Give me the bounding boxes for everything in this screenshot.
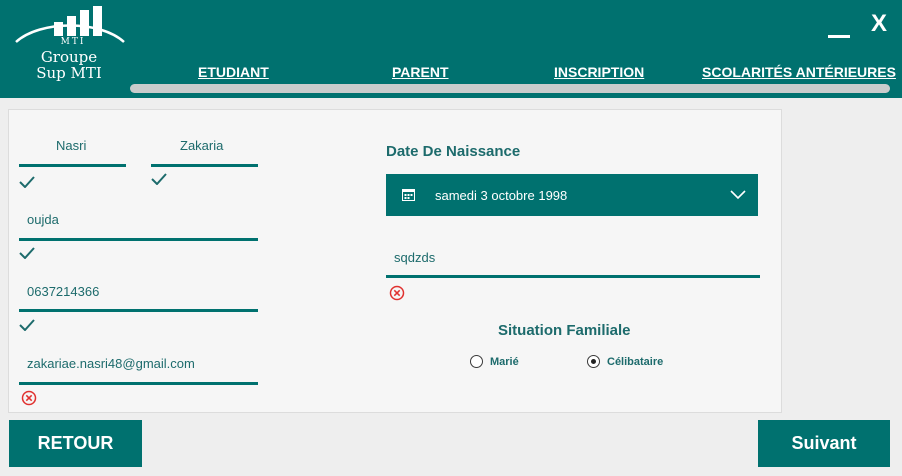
logo-bars-icon: MTI [15,6,125,47]
telephone-field[interactable]: 0637214366 [19,284,258,312]
check-icon [19,176,35,188]
check-icon [19,247,35,259]
retour-button[interactable]: RETOUR [9,420,142,467]
tab-parent[interactable]: PARENT [392,64,449,80]
prenom-value: Zakaria [180,138,224,153]
nav-progress-track [130,84,890,93]
tab-etudiant[interactable]: ETUDIANT [198,64,269,80]
error-circle-icon [21,390,37,406]
check-icon [151,173,167,185]
tab-scolarites-anterieures[interactable]: SCOLARITÉS ANTÉRIEURES [702,64,896,80]
tab-inscription[interactable]: INSCRIPTION [554,64,644,80]
ville-value: oujda [27,212,59,227]
suivant-button[interactable]: Suivant [758,420,890,467]
radio-celibataire-dot[interactable] [587,355,600,368]
nom-value: Nasri [56,138,87,153]
date-naissance-value: samedi 3 octobre 1998 [435,188,568,203]
groupe-sup-mti-logo: MTI Groupe Sup MTI [10,6,128,90]
radio-celibataire[interactable]: Célibataire [587,355,663,368]
svg-text:MTI: MTI [61,37,86,47]
minimize-button[interactable]: __ [828,12,850,38]
telephone-value: 0637214366 [27,284,100,299]
date-naissance-picker[interactable]: samedi 3 octobre 1998 [386,174,758,216]
radio-marie-label: Marié [490,355,519,368]
other-field[interactable]: sqdzds [386,250,760,278]
ville-field[interactable]: oujda [19,212,258,241]
situation-familiale-title: Situation Familiale [498,322,631,339]
error-circle-icon [389,285,405,301]
email-value: zakariae.nasri48@gmail.com [27,356,195,371]
radio-celibataire-label: Célibataire [607,355,664,368]
prenom-field[interactable]: Zakaria [151,138,258,167]
other-field-value: sqdzds [394,250,436,265]
date-naissance-title: Date De Naissance [386,143,521,160]
close-button[interactable]: X [871,12,887,36]
logo-text-line1: Groupe [40,48,98,66]
app-header: MTI Groupe Sup MTI __ X ETUDIANT PARENT … [0,0,902,98]
radio-marie[interactable]: Marié [470,355,519,368]
check-icon [19,319,35,331]
logo-text-line2: Sup MTI [36,64,102,82]
chevron-down-icon[interactable] [730,190,746,200]
radio-marie-dot[interactable] [470,355,483,368]
calendar-icon [402,189,415,201]
email-field[interactable]: zakariae.nasri48@gmail.com [19,356,258,385]
nom-field[interactable]: Nasri [19,138,126,167]
